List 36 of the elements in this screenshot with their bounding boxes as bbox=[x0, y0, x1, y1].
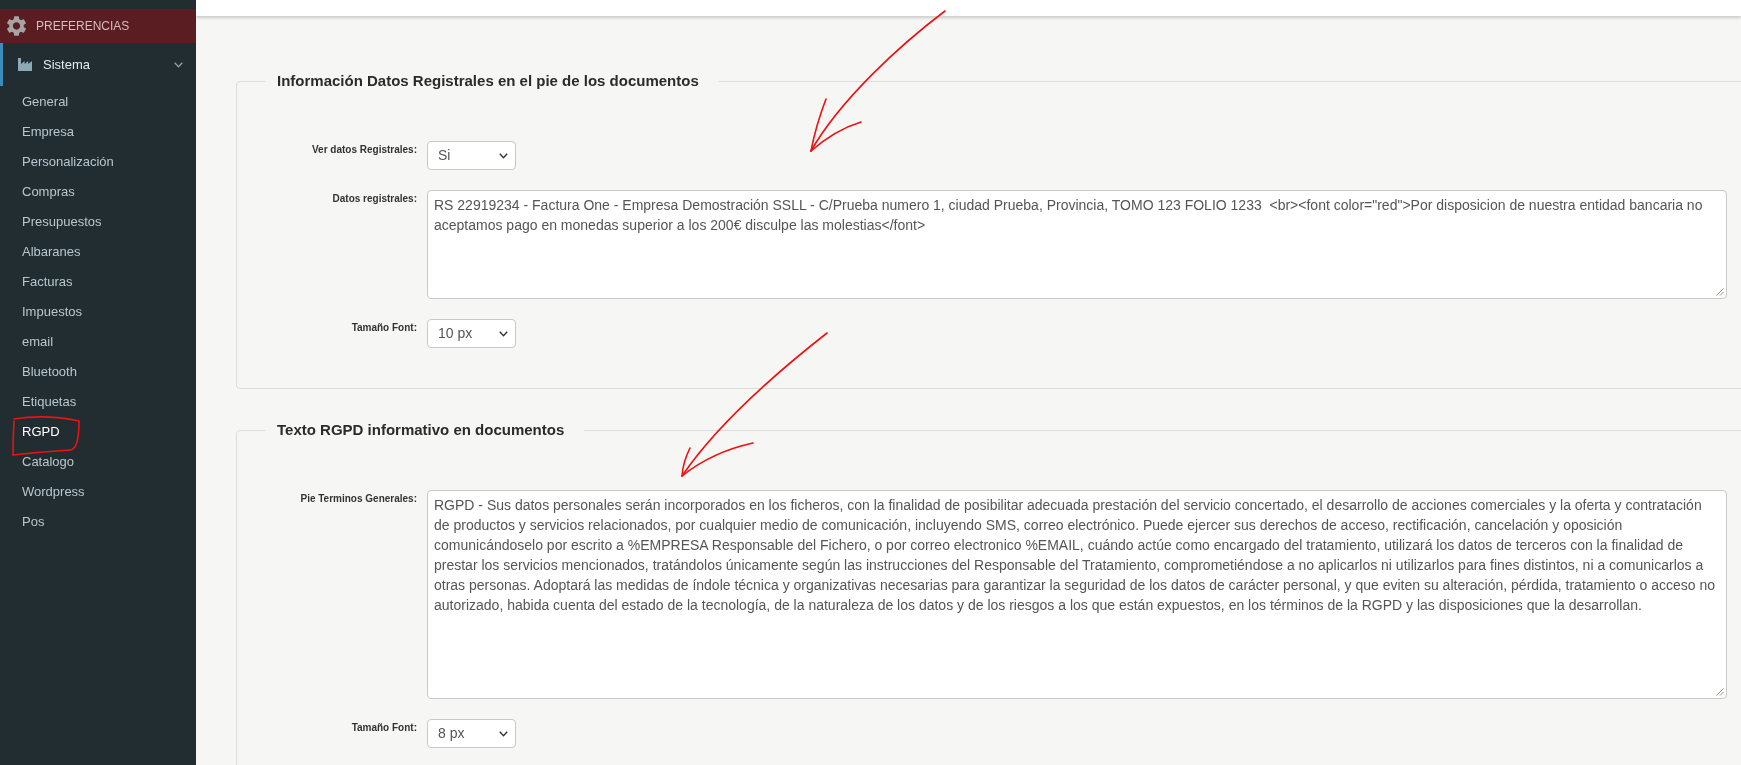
field-label: Tamaño Font: bbox=[350, 321, 417, 335]
section-title: Texto RGPD informativo en documentos bbox=[277, 420, 565, 440]
sidebar-item[interactable]: Personalización bbox=[22, 147, 114, 177]
sidebar-item[interactable]: Empresa bbox=[22, 117, 75, 147]
text-area[interactable]: RS 22919234 - Factura One - Empresa Demostración SSLL - C/Prueba numero 1, ciudad Prueba, Provincia, TOMO 123 FOLIO 1233 <br><font color="red">Por disposicion de nuestra entidad bancaria no aceptamos pago en monedas superior a los 200€ disculpe las molestias</font> bbox=[427, 190, 1727, 299]
resize-grip-icon bbox=[1716, 288, 1724, 296]
sidebar-item[interactable]: Wordpress bbox=[22, 477, 85, 507]
dropdown[interactable]: Si bbox=[427, 141, 516, 170]
section-title: Información Datos Registrales en el pie de los documentos bbox=[277, 71, 699, 91]
text-area[interactable]: RGPD - Sus datos personales serán incorporados en los ficheros, con la finalidad de posibilitar adecuada prestación del servicio concertado, el desarrollo de acciones comerciales y la oferta y contratación de productos y servicios relacionados, por cualquier medio de comunicación, incluyendo SMS, correo electrónico. Puede ejercer sus derechos de acceso, rectificación, cancelación y oposición comunicándoselo por escrito a %EMPRESA Responsable del Fichero, o por correo electronico %EMAIL, cuándo actúe como encargado del tratamiento, utilizará los datos de terceros con la finalidad de prestar los servicios mencionados, tratándolos únicamente según las instrucciones del Responsable del Tratamiento, comprometiéndose a no aplicarlos ni utilizarlos para fines distintos, ni a comunicarlos a otras personas. Adoptará las medidas de índole técnica y organizativas necesarias para garantizar la seguridad de los datos de carácter personal, y que eviten su alteración, pérdida, tratamiento o acceso no autorizado, habida cuenta del estado de la tecnología, de la naturaleza de los datos y de los riesgos a los que están expuestos, en los términos de la RGPD y las disposiciones que la desarrollan. bbox=[427, 490, 1727, 699]
field-label: Datos registrales: bbox=[331, 192, 417, 206]
sidebar-item[interactable]: RGPD bbox=[22, 417, 60, 447]
sidebar-item[interactable]: Presupuestos bbox=[22, 207, 102, 237]
field-label: Ver datos Registrales: bbox=[310, 143, 417, 157]
dropdown[interactable]: 10 px bbox=[427, 319, 516, 348]
resize-grip-icon bbox=[1716, 688, 1724, 696]
sidebar-item[interactable]: email bbox=[22, 327, 54, 357]
field-label: Tamaño Font: bbox=[350, 721, 417, 735]
settings-icon bbox=[7, 16, 26, 36]
sidebar-item[interactable]: General bbox=[22, 87, 69, 117]
sidebar-item[interactable]: Facturas bbox=[22, 267, 73, 297]
sidebar-group[interactable]: Sistema bbox=[0, 43, 196, 86]
chevron-down-icon bbox=[499, 730, 508, 737]
sidebar-item[interactable]: Etiquetas bbox=[22, 387, 77, 417]
sidebar-item[interactable]: Pos bbox=[22, 507, 45, 537]
chevron-down-icon bbox=[499, 152, 508, 159]
sidebar-item[interactable]: Catalogo bbox=[22, 447, 75, 477]
sidebar-item[interactable]: Impuestos bbox=[22, 297, 82, 327]
dropdown[interactable]: 8 px bbox=[427, 719, 516, 748]
factory-icon bbox=[18, 58, 32, 71]
sidebar-item[interactable]: Compras bbox=[22, 177, 75, 207]
sidebar-item[interactable]: Albaranes bbox=[22, 237, 81, 267]
field-label: Pie Terminos Generales: bbox=[299, 492, 417, 506]
chevron-down-icon bbox=[499, 330, 508, 337]
sidebar-item[interactable]: Bluetooth bbox=[22, 357, 77, 387]
sidebar-header-title: PREFERENCIAS bbox=[36, 18, 130, 35]
